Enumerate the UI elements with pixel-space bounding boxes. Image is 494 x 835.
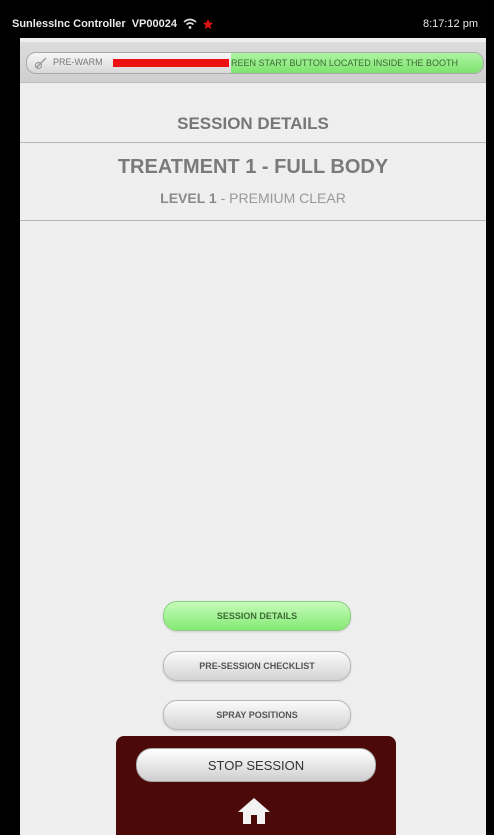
status-bar: SunlessInc Controller VP00024 8:17:12 pm — [10, 12, 484, 36]
title-divider — [20, 142, 486, 143]
prewarm-label: PRE-WARM — [53, 57, 103, 67]
prewarm-indicator: PRE-WARM REEN START BUTTON LOCATED INSID… — [26, 52, 484, 74]
app-name: SunlessInc Controller — [12, 18, 126, 30]
spray-gun-icon — [34, 57, 47, 70]
level-name: PREMIUM CLEAR — [229, 190, 346, 206]
page-title: SESSION DETAILS — [177, 114, 329, 133]
status-time: 8:17:12 pm — [422, 18, 478, 30]
treatment-level: LEVEL 1 - PREMIUM CLEAR — [20, 190, 486, 206]
treatment-name: TREATMENT 1 - FULL BODY — [117, 156, 389, 178]
prewarm-progress — [113, 59, 229, 67]
stop-session-button[interactable]: STOP SESSION — [136, 748, 376, 782]
level-separator: - — [216, 190, 230, 206]
pre-session-checklist-button[interactable]: PRE-SESSION CHECKLIST — [163, 651, 351, 681]
level-number: LEVEL 1 — [160, 190, 217, 206]
wifi-icon — [183, 18, 197, 29]
bottom-control-panel: STOP SESSION — [116, 736, 396, 835]
session-details-button[interactable]: SESSION DETAILS — [163, 601, 351, 631]
device-id: VP00024 — [131, 18, 177, 30]
app-screen: PRE-WARM REEN START BUTTON LOCATED INSID… — [20, 38, 486, 835]
prewarm-bar-container: PRE-WARM REEN START BUTTON LOCATED INSID… — [20, 42, 486, 83]
prewarm-message: REEN START BUTTON LOCATED INSIDE THE BOO… — [231, 53, 483, 73]
spray-positions-button[interactable]: SPRAY POSITIONS — [163, 700, 351, 730]
home-icon[interactable] — [234, 796, 274, 826]
details-divider — [20, 220, 486, 221]
status-left: SunlessInc Controller VP00024 — [10, 18, 213, 30]
alert-icon — [202, 19, 213, 29]
